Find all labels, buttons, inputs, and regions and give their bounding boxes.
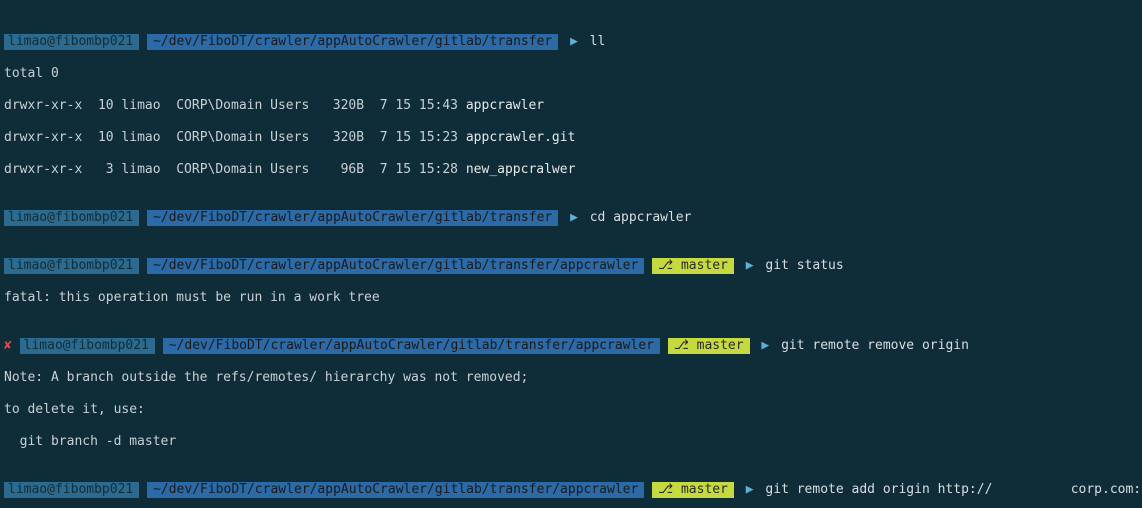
prompt-add: limao@fibombp021 ~/dev/FiboDT/crawler/ap…	[4, 482, 1138, 498]
prompt-cd: limao@fibombp021 ~/dev/FiboDT/crawler/ap…	[4, 210, 1138, 226]
branch-icon: ⎇	[658, 482, 673, 497]
prompt-arrow: ▶	[742, 258, 758, 273]
branch-icon: ⎇	[674, 338, 689, 353]
user-host: limao@fibombp021	[20, 338, 155, 354]
git-branch: ⎇ master	[652, 482, 734, 498]
dir-name: appcrawler	[466, 98, 544, 113]
git-branch: ⎇ master	[652, 258, 734, 274]
git-branch: ⎇ master	[668, 338, 750, 354]
command-text: ll	[590, 34, 606, 49]
ll-row-2: drwxr-xr-x 3 limao CORP\Domain Users 96B…	[4, 162, 1138, 178]
command-text: git status	[765, 258, 843, 273]
prompt-ll: limao@fibombp021 ~/dev/FiboDT/crawler/ap…	[4, 34, 1138, 50]
cwd-path: ~/dev/FiboDT/crawler/appAutoCrawler/gitl…	[163, 338, 660, 354]
cwd-path: ~/dev/FiboDT/crawler/appAutoCrawler/gitl…	[147, 482, 644, 498]
terminal-window[interactable]: limao@fibombp021 ~/dev/FiboDT/crawler/ap…	[0, 0, 1142, 508]
prompt-arrow: ▶	[566, 210, 582, 225]
prompt-arrow: ▶	[742, 482, 758, 497]
user-host: limao@fibombp021	[4, 210, 139, 226]
user-host: limao@fibombp021	[4, 482, 139, 498]
ll-total: total 0	[4, 66, 1138, 82]
ll-row-0: drwxr-xr-x 10 limao CORP\Domain Users 32…	[4, 98, 1138, 114]
dir-name: new_appcralwer	[466, 162, 576, 177]
command-text: cd appcrawler	[590, 210, 692, 225]
cwd-path: ~/dev/FiboDT/crawler/appAutoCrawler/gitl…	[147, 258, 644, 274]
prompt-arrow: ▶	[757, 338, 773, 353]
ll-row-1: drwxr-xr-x 10 limao CORP\Domain Users 32…	[4, 130, 1138, 146]
prompt-remove: ✘ limao@fibombp021 ~/dev/FiboDT/crawler/…	[4, 338, 1138, 354]
cwd-path: ~/dev/FiboDT/crawler/appAutoCrawler/gitl…	[147, 210, 558, 226]
user-host: limao@fibombp021	[4, 258, 139, 274]
prompt-arrow: ▶	[566, 34, 582, 49]
prompt-status: limao@fibombp021 ~/dev/FiboDT/crawler/ap…	[4, 258, 1138, 274]
cwd-path: ~/dev/FiboDT/crawler/appAutoCrawler/gitl…	[147, 34, 558, 50]
note-line: to delete it, use:	[4, 402, 1138, 418]
note-line: git branch -d master	[4, 434, 1138, 450]
branch-icon: ⎇	[658, 258, 673, 273]
command-text: git remote remove origin	[781, 338, 969, 353]
dir-name: appcrawler.git	[466, 130, 576, 145]
user-host: limao@fibombp021	[4, 34, 139, 50]
note-line: Note: A branch outside the refs/remotes/…	[4, 370, 1138, 386]
command-text: git remote add origin http:// corp.com:1…	[765, 482, 1142, 497]
fatal-message: fatal: this operation must be run in a w…	[4, 290, 1138, 306]
redacted-block	[992, 482, 1070, 498]
error-x-icon: ✘	[4, 338, 12, 353]
